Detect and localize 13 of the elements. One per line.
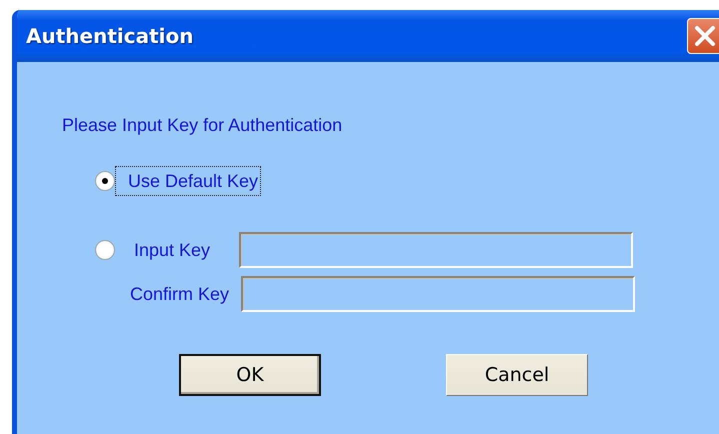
- input-field[interactable]: [239, 232, 633, 268]
- input-field[interactable]: [241, 276, 635, 312]
- radio-button[interactable]: [95, 171, 115, 191]
- window-title: Authentication: [26, 23, 194, 50]
- close-icon: [693, 24, 717, 48]
- radio-button[interactable]: [95, 240, 115, 260]
- prompt-text: Please Input Key for Authentication: [62, 114, 344, 136]
- option-label[interactable]: Input Key: [115, 235, 239, 265]
- cancel-button[interactable]: Cancel: [446, 354, 588, 396]
- option-label[interactable]: Use Default Key: [115, 166, 262, 196]
- ok-button[interactable]: OK: [179, 354, 321, 396]
- field-label: Confirm Key: [128, 283, 230, 305]
- close-button[interactable]: [687, 18, 719, 54]
